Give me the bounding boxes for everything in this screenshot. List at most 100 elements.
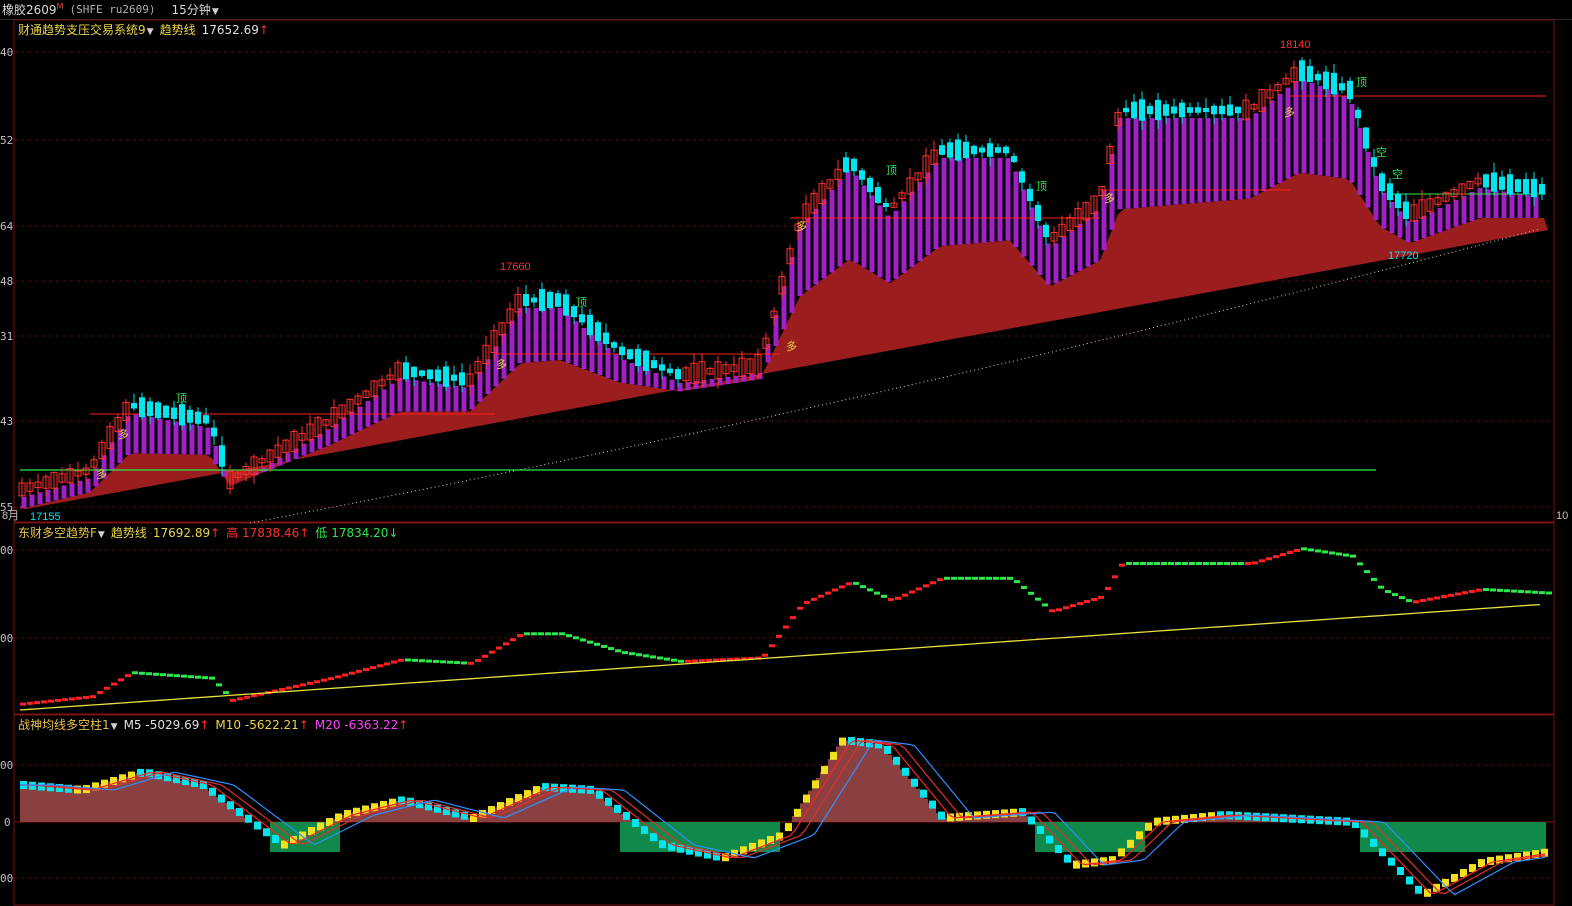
trend-bar xyxy=(165,420,171,454)
trend-bar xyxy=(1029,207,1035,266)
trend-step xyxy=(678,659,684,663)
bottom-indicator-header: 战神均线多空柱1▼ M5 -5029.69↑ M10 -5622.21↑ M20… xyxy=(18,716,408,733)
trend-bar xyxy=(709,379,715,387)
trend-step xyxy=(531,632,537,636)
candle-body xyxy=(1515,179,1521,192)
trend-step xyxy=(580,638,586,642)
trend-step xyxy=(461,661,467,665)
histogram-bar xyxy=(140,772,144,822)
chart-canvas[interactable]: 多多顶多顶多多顶顶多多顶空空 18140 17720 17660 8月 1715… xyxy=(0,0,1572,906)
trend-step xyxy=(622,651,628,655)
histogram-bar xyxy=(920,793,924,822)
trend-bar xyxy=(1333,92,1339,178)
candle-body xyxy=(579,314,585,323)
bottom-indicator-selector[interactable]: 战神均线多空柱1▼ xyxy=(18,716,118,733)
histogram-bar xyxy=(568,788,572,822)
oscillator-step xyxy=(272,835,279,843)
histogram-bar xyxy=(884,749,888,822)
mid-indicator-selector[interactable]: 东财多空趋势F▼ xyxy=(18,524,105,541)
histogram-bar xyxy=(792,816,796,822)
candle-body xyxy=(211,427,217,437)
candle-body xyxy=(459,372,465,386)
trend-step xyxy=(1483,588,1489,592)
up-arrow-icon: ↑ xyxy=(299,526,310,540)
trend-bar xyxy=(421,381,427,412)
oscillator-step xyxy=(785,823,792,832)
histogram-bar xyxy=(916,788,920,822)
up-arrow-icon: ↑ xyxy=(199,717,210,732)
histogram-bar xyxy=(868,743,872,822)
trend-bar xyxy=(1045,243,1051,285)
histogram-bar xyxy=(28,785,32,822)
trend-step xyxy=(405,658,411,662)
trend-step xyxy=(930,581,936,585)
trend-step xyxy=(1448,593,1454,597)
candle-body xyxy=(1531,178,1537,198)
histogram-bar xyxy=(20,785,24,822)
peak-price-label: 17660 xyxy=(500,261,531,273)
trend-bar xyxy=(1173,118,1179,205)
trend-bar xyxy=(1181,118,1187,205)
histogram-bar xyxy=(876,744,880,822)
candle-body xyxy=(187,409,193,423)
trend-step xyxy=(314,680,320,684)
trend-step xyxy=(517,634,523,638)
trend-step xyxy=(1077,602,1083,606)
trend-step xyxy=(881,594,887,598)
trend-step xyxy=(76,696,82,700)
low-label: 低 xyxy=(315,526,328,540)
candle-body xyxy=(419,370,425,376)
histogram-bar xyxy=(156,775,160,822)
trend-bar xyxy=(453,386,459,412)
trend-step xyxy=(1315,549,1321,553)
oscillator-step xyxy=(245,814,252,823)
trend-step xyxy=(944,576,950,580)
trend-step xyxy=(867,588,873,592)
y-tick: 52 xyxy=(0,134,14,147)
low-wrap: 低 17834.20↓ xyxy=(315,524,398,541)
trend-step xyxy=(643,654,649,658)
candle-body xyxy=(1331,72,1337,95)
signal-label: 多 xyxy=(496,357,507,371)
candle-body xyxy=(883,202,889,208)
oscillator-step xyxy=(1127,839,1134,848)
histogram-bar xyxy=(80,790,84,822)
trend-step xyxy=(1322,550,1328,554)
candle-body xyxy=(635,348,641,367)
trend-step xyxy=(895,596,901,600)
histogram-bar xyxy=(932,808,936,822)
trend-step xyxy=(1147,562,1153,565)
histogram-bar xyxy=(872,744,876,822)
trend-bar xyxy=(1429,212,1435,236)
trend-step xyxy=(636,653,642,657)
trend-step xyxy=(650,655,656,659)
histogram-bar xyxy=(544,787,548,822)
candle-body xyxy=(1507,174,1513,195)
histogram-bar xyxy=(580,789,584,822)
mid-trend-label: 趋势线 xyxy=(110,526,147,540)
signal-label: 多 xyxy=(796,219,807,233)
trend-step xyxy=(1343,553,1349,557)
trend-step xyxy=(1469,589,1475,593)
candle-body xyxy=(611,342,617,348)
mid-indicator-header: 东财多空趋势F▼ 趋势线 17692.89↑ 高 17838.46↑ 低 178… xyxy=(18,524,399,541)
histogram-bar xyxy=(136,773,140,822)
trend-step xyxy=(762,653,768,657)
histogram-bar xyxy=(860,742,864,822)
main-indicator-name: 财通趋势支压交易系统9 xyxy=(18,23,146,37)
histogram-bar xyxy=(592,791,596,822)
up-arrow-icon: ↑ xyxy=(210,525,221,540)
trend-step xyxy=(902,593,908,597)
high-label: 高 xyxy=(226,526,239,540)
trend-step xyxy=(146,672,152,676)
trend-bar xyxy=(1501,191,1507,219)
candle-body xyxy=(643,350,649,371)
trend-step xyxy=(1231,562,1237,565)
oscillator-step xyxy=(920,789,927,798)
trend-step xyxy=(111,682,117,686)
candle-body xyxy=(939,145,945,155)
main-indicator-selector[interactable]: 财通趋势支压交易系统9▼ xyxy=(18,21,154,38)
trend-step xyxy=(601,644,607,648)
down-arrow-icon: ↓ xyxy=(388,526,399,540)
trend-step xyxy=(1238,562,1244,565)
